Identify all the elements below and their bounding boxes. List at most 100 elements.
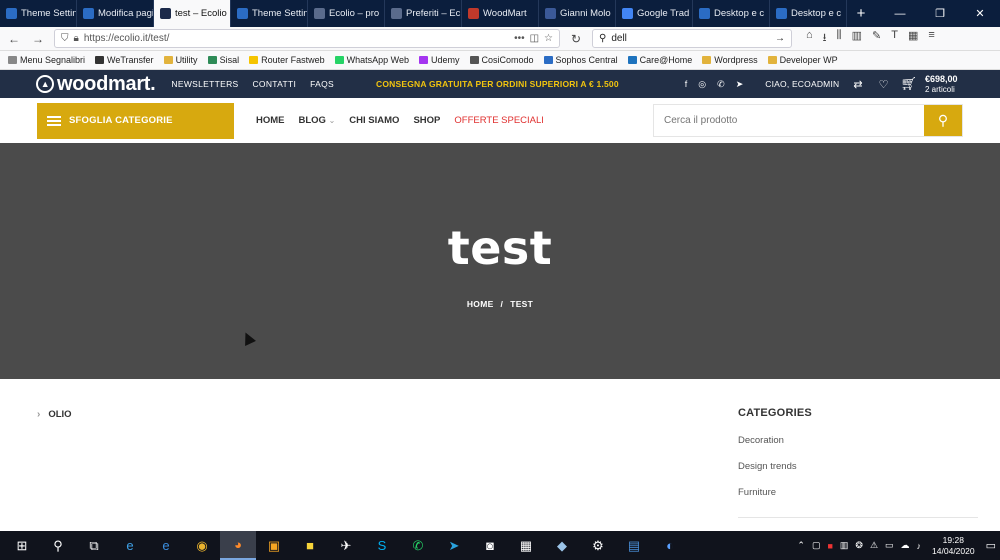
firefox-icon[interactable]: ◕	[220, 531, 256, 560]
tray-app-icon[interactable]: ■	[827, 541, 832, 551]
whatsapp-icon[interactable]: ✆	[400, 531, 436, 560]
nav-shop[interactable]: SHOP	[413, 115, 440, 126]
page-actions-icon[interactable]: •••	[514, 33, 525, 44]
tab-9[interactable]: Desktop e c	[693, 0, 770, 27]
notifications-icon[interactable]: ▭	[986, 539, 996, 552]
tab-10[interactable]: Desktop e c	[770, 0, 847, 27]
tray-app-icon[interactable]: ▭	[885, 540, 894, 551]
tray-app-icon[interactable]: ❂	[855, 540, 863, 551]
telegram-icon[interactable]: ➤	[736, 79, 744, 90]
newsletters-link[interactable]: NEWSLETTERS	[171, 79, 238, 89]
bookmark-star-icon[interactable]: ☆	[544, 33, 553, 44]
menu-icon[interactable]: ≡	[928, 29, 934, 48]
internet-explorer-icon[interactable]: e	[112, 531, 148, 560]
library-icon[interactable]: ⫼	[837, 29, 842, 48]
nav-blog[interactable]: BLOG ⌄	[299, 115, 336, 126]
app-icon[interactable]: ▣	[256, 531, 292, 560]
bookmark-item[interactable]: Care@Home	[627, 55, 692, 65]
site-logo[interactable]: ▲ woodmart.	[36, 73, 156, 96]
reload-icon[interactable]: ↻	[568, 32, 584, 46]
app-icon[interactable]: ◆	[544, 531, 580, 560]
category-link[interactable]: Design trends	[738, 461, 978, 487]
network-icon[interactable]: ☁	[901, 540, 910, 551]
sticky-notes-icon[interactable]: ■	[292, 531, 328, 560]
bookmark-item[interactable]: Router Fastweb	[249, 55, 325, 65]
nav-offerte-speciali[interactable]: OFFERTE SPECIALI	[454, 115, 544, 126]
instagram-icon[interactable]: ◎	[698, 79, 706, 90]
tab-1[interactable]: Modifica pagina	[77, 0, 154, 27]
url-text[interactable]: https://ecolio.it/test/	[84, 33, 509, 44]
tab-3[interactable]: Theme Settings	[231, 0, 308, 27]
tray-app-icon[interactable]: ⚠	[870, 540, 878, 551]
app-icon[interactable]: ✈	[328, 531, 364, 560]
category-link[interactable]: Decoration	[738, 435, 978, 461]
skype-icon[interactable]: S	[364, 531, 400, 560]
bookmark-item[interactable]: Udemy	[418, 55, 460, 65]
facebook-icon[interactable]: f	[685, 79, 688, 90]
home-icon[interactable]: ⌂	[806, 29, 813, 48]
app-icon[interactable]: ▤	[616, 531, 652, 560]
lock-icon[interactable]: 🔒︎	[74, 33, 79, 44]
start-windows-icon[interactable]: ⊞	[4, 531, 40, 560]
browser-search-field[interactable]: ⚲ dell →	[592, 29, 792, 48]
bookmark-item[interactable]: Developer WP	[767, 55, 838, 65]
new-tab-button[interactable]: +	[847, 0, 875, 27]
tray-chevron-icon[interactable]: ⌃	[797, 540, 805, 551]
search-icon[interactable]: ⚲	[40, 531, 76, 560]
extensions-icon[interactable]: ▦	[908, 29, 918, 48]
compare-icon[interactable]: ⇄	[853, 78, 862, 91]
nav-home[interactable]: HOME	[256, 115, 285, 126]
tab-5[interactable]: Preferiti – Ec	[385, 0, 462, 27]
category-list-item[interactable]: › OLIO	[37, 409, 72, 420]
wishlist-heart-icon[interactable]: ♡	[879, 78, 889, 91]
clock[interactable]: 19:28 14/04/2020	[928, 535, 979, 557]
bookmark-item[interactable]: Wordpress	[702, 55, 758, 65]
minimize-icon[interactable]: —	[880, 0, 920, 27]
go-arrow-icon[interactable]: →	[775, 33, 785, 44]
chrome-icon[interactable]: ◉	[184, 531, 220, 560]
download-icon[interactable]: ⭳	[823, 29, 827, 48]
tools-icon[interactable]: ✎	[872, 29, 881, 48]
forward-arrow-icon[interactable]: →	[30, 32, 46, 46]
task-view-icon[interactable]: ⧉	[76, 531, 112, 560]
shield-icon[interactable]: ⛉	[61, 33, 69, 44]
account-greeting[interactable]: CIAO, ECOADMIN	[765, 79, 839, 89]
tab-8[interactable]: Google Trad	[616, 0, 693, 27]
edge-icon[interactable]: e	[148, 531, 184, 560]
tab-7[interactable]: Gianni Molo	[539, 0, 616, 27]
breadcrumb-home[interactable]: HOME	[467, 299, 494, 309]
app-icon[interactable]: ◐	[652, 531, 688, 560]
close-window-icon[interactable]: ✕	[960, 0, 1000, 27]
back-arrow-icon[interactable]: ←	[6, 32, 22, 46]
nav-chi-siamo[interactable]: CHI SIAMO	[349, 115, 399, 126]
volume-icon[interactable]: ♪	[917, 541, 922, 551]
sidebar-icon[interactable]: ▥	[852, 29, 862, 48]
text-icon[interactable]: T	[891, 29, 898, 48]
search-button[interactable]: ⚲	[924, 105, 962, 136]
category-link[interactable]: Furniture	[738, 487, 978, 513]
product-search-input[interactable]	[654, 105, 924, 136]
bookmark-item[interactable]: Utility	[163, 55, 198, 65]
cart-widget[interactable]: 🛒︎ €698,00 2 articoli	[900, 74, 957, 95]
settings-gear-icon[interactable]: ⚙	[580, 531, 616, 560]
pocket-icon[interactable]: ◫	[530, 33, 539, 44]
bookmark-item[interactable]: Sisal	[207, 55, 239, 65]
browse-categories-button[interactable]: SFOGLIA CATEGORIE	[37, 102, 234, 139]
bookmark-item[interactable]: WeTransfer	[95, 55, 154, 65]
camera-icon[interactable]: ◙	[472, 531, 508, 560]
tab-6[interactable]: WoodMart	[462, 0, 539, 27]
bookmark-item[interactable]: WhatsApp Web	[334, 55, 409, 65]
tray-app-icon[interactable]: ▥	[840, 540, 849, 551]
restore-icon[interactable]: ❐	[920, 0, 960, 27]
telegram-icon[interactable]: ➤	[436, 531, 472, 560]
tab-2[interactable]: test – Ecolio✕	[154, 0, 231, 27]
bookmark-item[interactable]: Sophos Central	[543, 55, 618, 65]
whatsapp-icon[interactable]: ✆	[717, 79, 725, 90]
tab-0[interactable]: Theme Settings	[0, 0, 77, 27]
contatti-link[interactable]: CONTATTI	[252, 79, 296, 89]
tray-app-icon[interactable]: ▢	[812, 540, 821, 551]
address-bar[interactable]: ⛉ 🔒︎ https://ecolio.it/test/ ••• ◫ ☆	[54, 29, 560, 48]
faqs-link[interactable]: FAQS	[310, 79, 334, 89]
bookmark-item[interactable]: CosiComodo	[469, 55, 534, 65]
bookmark-item[interactable]: Menu Segnalibri	[8, 55, 85, 65]
